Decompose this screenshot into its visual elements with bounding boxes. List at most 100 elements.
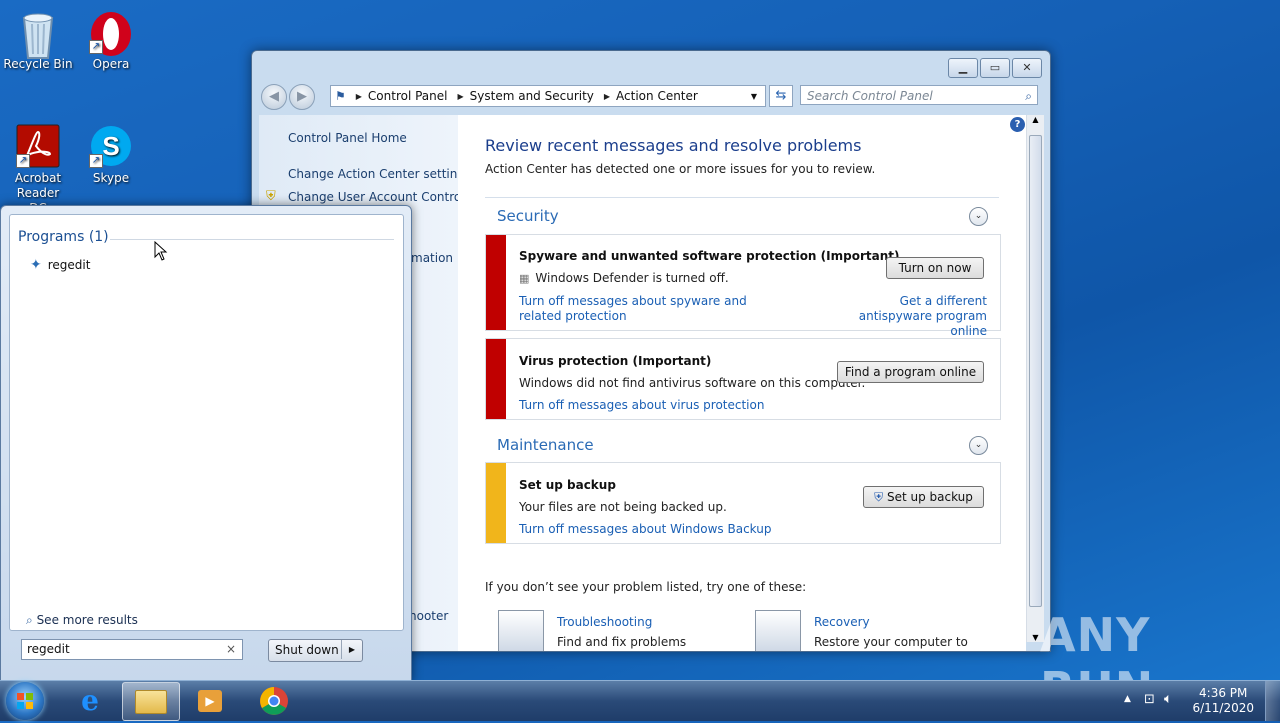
folder-icon bbox=[135, 690, 167, 714]
set-up-backup-button[interactable]: ⛨ Set up backup bbox=[863, 486, 984, 508]
breadcrumb-action-center[interactable]: Action Center bbox=[616, 89, 698, 103]
start-menu: Programs (1) ✦ regedit ⌕ See more result… bbox=[0, 205, 412, 682]
troubleshooting-icon bbox=[498, 610, 544, 651]
maintenance-section-title[interactable]: Maintenance bbox=[497, 436, 594, 454]
windows-defender-icon: ▦ bbox=[519, 271, 530, 285]
warning-bar bbox=[486, 463, 506, 543]
spyware-desc-text: Windows Defender is turned off. bbox=[535, 271, 729, 285]
network-icon[interactable]: ⊡ bbox=[1144, 692, 1155, 707]
clock-date: 6/11/2020 bbox=[1192, 701, 1254, 715]
program-result-label: regedit bbox=[47, 258, 91, 272]
caption-buttons: ▁ ▭ ✕ bbox=[948, 58, 1042, 78]
scrollbar-thumb[interactable] bbox=[1029, 135, 1042, 607]
action-center-main: Review recent messages and resolve probl… bbox=[458, 115, 1026, 651]
start-menu-results: Programs (1) ✦ regedit ⌕ See more result… bbox=[9, 214, 404, 631]
desktop-icon-opera[interactable]: ↗ Opera bbox=[73, 6, 149, 72]
vertical-scrollbar[interactable]: ▲ ▼ bbox=[1026, 115, 1044, 642]
maximize-button[interactable]: ▭ bbox=[980, 58, 1010, 78]
shortcut-arrow-icon: ↗ bbox=[16, 154, 30, 168]
chrome-icon bbox=[260, 687, 288, 715]
programs-header: Programs (1) bbox=[18, 229, 109, 245]
back-button[interactable]: ◀ bbox=[261, 84, 287, 110]
search-icon[interactable]: ⌕ bbox=[1025, 86, 1032, 106]
help-icon[interactable]: ? bbox=[1010, 117, 1025, 132]
show-hidden-icons-arrow-icon[interactable]: ▲ bbox=[1124, 694, 1131, 704]
nav-control-panel-home[interactable]: Control Panel Home bbox=[288, 131, 407, 145]
program-result-regedit[interactable]: ✦ regedit bbox=[30, 257, 90, 273]
taskbar-windows-explorer[interactable] bbox=[122, 682, 180, 721]
spyware-turn-off-link[interactable]: Turn off messages about spyware and rela… bbox=[519, 294, 779, 324]
spyware-desc: ▦ Windows Defender is turned off. bbox=[519, 271, 729, 285]
page-title: Review recent messages and resolve probl… bbox=[485, 136, 862, 155]
turn-on-now-button[interactable]: Turn on now bbox=[886, 257, 984, 279]
nav-partial-link-2[interactable]: mation bbox=[411, 251, 453, 265]
breadcrumb-separator-icon: ▶ bbox=[457, 91, 464, 101]
forward-button[interactable]: ▶ bbox=[289, 84, 315, 110]
shut-down-label: Shut down bbox=[275, 643, 339, 657]
nav-change-action-center-settings[interactable]: Change Action Center settings bbox=[288, 167, 471, 181]
taskbar: e ▶ ▲ ⊡ 🔈︎ 4:36 PM 6/11/2020 bbox=[0, 680, 1280, 721]
security-collapse-chevron-icon[interactable]: ⌄ bbox=[969, 207, 988, 226]
acrobat-icon: ↗ bbox=[16, 124, 60, 168]
more-options-hint: If you don’t see your problem listed, tr… bbox=[485, 580, 807, 594]
taskbar-media-player[interactable]: ▶ bbox=[182, 682, 238, 719]
breadcrumb-system-and-security[interactable]: System and Security bbox=[470, 89, 594, 103]
taskbar-chrome[interactable] bbox=[246, 682, 302, 719]
control-panel-flag-icon: ⚑ bbox=[335, 89, 346, 103]
clock[interactable]: 4:36 PM 6/11/2020 bbox=[1192, 686, 1254, 716]
shortcut-arrow-icon: ↗ bbox=[89, 40, 103, 54]
show-desktop-button[interactable] bbox=[1265, 681, 1280, 721]
clear-search-icon[interactable]: × bbox=[226, 640, 236, 659]
desktop-icon-recycle-bin[interactable]: Recycle Bin bbox=[0, 6, 76, 72]
set-up-backup-label: Set up backup bbox=[886, 490, 973, 504]
internet-explorer-icon: e bbox=[81, 684, 99, 717]
skype-icon: S ↗ bbox=[89, 124, 133, 168]
important-bar bbox=[486, 339, 506, 419]
address-dropdown-icon[interactable]: ▼ bbox=[751, 92, 757, 101]
start-button[interactable] bbox=[6, 682, 44, 720]
virus-turn-off-link[interactable]: Turn off messages about virus protection bbox=[519, 398, 764, 412]
desktop-icon-skype[interactable]: S ↗ Skype bbox=[73, 120, 149, 186]
breadcrumb-control-panel[interactable]: Control Panel bbox=[368, 89, 448, 103]
get-antispyware-link[interactable]: Get a different antispyware program onli… bbox=[837, 294, 987, 339]
breadcrumb-separator-icon: ▶ bbox=[355, 91, 362, 101]
taskbar-internet-explorer[interactable]: e bbox=[62, 682, 118, 719]
shut-down-button[interactable]: Shut down ▶ bbox=[268, 639, 363, 662]
shutdown-options-arrow-icon[interactable]: ▶ bbox=[341, 640, 362, 659]
nav-partial-link-3[interactable]: hooter bbox=[409, 609, 448, 623]
maintenance-collapse-chevron-icon[interactable]: ⌄ bbox=[969, 436, 988, 455]
opera-icon: ↗ bbox=[89, 10, 133, 56]
scroll-up-arrow-icon[interactable]: ▲ bbox=[1027, 115, 1044, 124]
programs-divider bbox=[110, 239, 394, 240]
troubleshooting-desc: Find and fix problems bbox=[557, 635, 687, 649]
recovery-desc: Restore your computer to bbox=[814, 635, 968, 649]
volume-icon[interactable]: 🔈︎ bbox=[1164, 691, 1172, 707]
virus-title: Virus protection (Important) bbox=[519, 354, 712, 368]
start-search-input[interactable]: regedit × bbox=[21, 639, 243, 660]
backup-turn-off-link[interactable]: Turn off messages about Windows Backup bbox=[519, 522, 771, 536]
desktop-icon-acrobat[interactable]: ↗ Acrobat Reader DC bbox=[0, 120, 76, 216]
magnifier-icon: ⌕ bbox=[26, 613, 33, 627]
search-input[interactable]: Search Control Panel ⌕ bbox=[800, 85, 1038, 105]
backup-title: Set up backup bbox=[519, 478, 616, 492]
spyware-card: Spyware and unwanted software protection… bbox=[485, 234, 1001, 338]
troubleshooting-link[interactable]: Troubleshooting bbox=[557, 615, 652, 629]
close-button[interactable]: ✕ bbox=[1012, 58, 1042, 78]
system-tray: ▲ ⊡ 🔈︎ 4:36 PM 6/11/2020 bbox=[1110, 681, 1280, 721]
see-more-results[interactable]: ⌕ See more results bbox=[26, 613, 138, 628]
security-divider bbox=[485, 197, 999, 198]
backup-desc: Your files are not being backed up. bbox=[519, 500, 727, 514]
backup-card: Set up backup Your files are not being b… bbox=[485, 462, 1001, 544]
minimize-button[interactable]: ▁ bbox=[948, 58, 978, 78]
nav-change-user-account-control[interactable]: Change User Account Control bbox=[288, 190, 465, 204]
mouse-cursor-icon bbox=[154, 240, 168, 264]
recovery-link[interactable]: Recovery bbox=[814, 615, 870, 629]
find-program-online-button[interactable]: Find a program online bbox=[837, 361, 984, 383]
security-section-title[interactable]: Security bbox=[497, 207, 559, 225]
refresh-button[interactable]: ⇆ bbox=[769, 85, 793, 107]
start-search-value: regedit bbox=[27, 642, 70, 656]
address-bar[interactable]: ⚑ ▶ Control Panel ▶ System and Security … bbox=[330, 85, 766, 107]
media-player-icon: ▶ bbox=[198, 690, 222, 712]
search-placeholder: Search Control Panel bbox=[807, 89, 933, 103]
clock-time: 4:36 PM bbox=[1199, 686, 1248, 700]
